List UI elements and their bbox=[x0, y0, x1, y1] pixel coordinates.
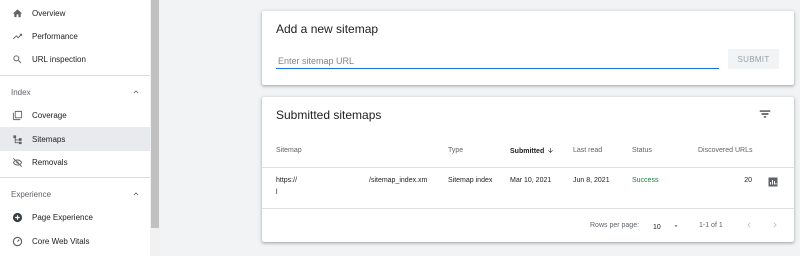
sitemap-url-part: l bbox=[276, 189, 278, 196]
next-page-button[interactable] bbox=[769, 219, 781, 231]
search-icon bbox=[11, 53, 23, 65]
sidebar-item-label: Page Experience bbox=[32, 212, 93, 222]
cell-submitted: Mar 10, 2021 bbox=[510, 177, 552, 184]
cell-sitemap-suffix[interactable]: /sitemap_index.xm bbox=[369, 177, 427, 184]
add-circle-icon bbox=[11, 211, 23, 223]
sidebar-item-removals[interactable]: Removals bbox=[0, 150, 150, 174]
section-header-index[interactable]: Index bbox=[0, 82, 150, 102]
bar-chart-icon[interactable] bbox=[767, 176, 779, 188]
sidebar-item-label: Removals bbox=[32, 157, 68, 167]
chevron-up-icon bbox=[133, 192, 139, 196]
sidebar-item-page-experience[interactable]: Page Experience bbox=[0, 205, 150, 229]
table-footer-divider bbox=[262, 208, 794, 209]
sidebar-item-overview[interactable]: Overview bbox=[0, 1, 150, 25]
chevron-right-icon bbox=[773, 222, 777, 228]
cell-type: Sitemap index bbox=[448, 177, 493, 184]
section-label: Index bbox=[11, 87, 31, 97]
add-sitemap-title: Add a new sitemap bbox=[276, 22, 379, 36]
column-header-label: Submitted bbox=[510, 148, 545, 155]
eye-off-icon bbox=[11, 156, 23, 168]
add-sitemap-card: Add a new sitemap SUBMIT bbox=[262, 11, 794, 85]
table-header-divider bbox=[262, 167, 794, 168]
chevron-left-icon bbox=[747, 222, 751, 228]
sidebar-item-label: Coverage bbox=[32, 110, 67, 120]
sidebar: Overview Performance URL inspection Inde… bbox=[0, 0, 150, 256]
arrow-down-icon bbox=[548, 148, 554, 153]
rows-per-page-select[interactable]: 10 bbox=[653, 222, 680, 231]
speed-icon bbox=[11, 235, 23, 247]
previous-page-button[interactable] bbox=[743, 219, 755, 231]
rows-per-page-label: Rows per page: bbox=[590, 222, 640, 229]
coverage-icon bbox=[11, 109, 23, 121]
filter-icon[interactable] bbox=[758, 107, 772, 121]
home-icon bbox=[11, 7, 23, 19]
sidebar-divider bbox=[0, 177, 150, 178]
sidebar-item-label: Core Web Vitals bbox=[32, 236, 90, 246]
cell-sitemap[interactable]: https:// l bbox=[276, 177, 297, 196]
section-label: Experience bbox=[11, 189, 52, 199]
sidebar-item-label: Performance bbox=[32, 31, 78, 41]
sidebar-item-performance[interactable]: Performance bbox=[0, 24, 150, 48]
column-header-sitemap[interactable]: Sitemap bbox=[276, 147, 302, 154]
sidebar-item-sitemaps[interactable]: Sitemaps bbox=[0, 127, 150, 151]
chevron-up-icon bbox=[133, 90, 139, 94]
column-header-type[interactable]: Type bbox=[448, 147, 463, 154]
column-header-submitted[interactable]: Submitted bbox=[510, 147, 554, 155]
submit-button[interactable]: SUBMIT bbox=[728, 49, 779, 69]
section-header-experience[interactable]: Experience bbox=[0, 184, 150, 204]
sidebar-item-label: Sitemaps bbox=[32, 134, 66, 144]
trending-up-icon bbox=[11, 30, 23, 42]
dropdown-arrow-icon bbox=[674, 225, 678, 227]
column-header-last-read[interactable]: Last read bbox=[573, 147, 602, 154]
sidebar-item-url-inspection[interactable]: URL inspection bbox=[0, 47, 150, 71]
sitemap-url-input[interactable] bbox=[276, 53, 719, 69]
cell-last-read: Jun 8, 2021 bbox=[573, 177, 610, 184]
cell-discovered-urls: 20 bbox=[744, 177, 752, 184]
rows-per-page-value: 10 bbox=[653, 224, 661, 231]
sitemap-url-part: https:// bbox=[276, 177, 298, 184]
sidebar-divider bbox=[0, 75, 150, 76]
pagination-range: 1-1 of 1 bbox=[699, 222, 723, 229]
submitted-sitemaps-card: Submitted sitemaps Sitemap Type Submitte… bbox=[262, 97, 794, 242]
column-header-status[interactable]: Status bbox=[632, 147, 652, 154]
sidebar-item-coverage[interactable]: Coverage bbox=[0, 103, 150, 127]
sidebar-item-label: URL inspection bbox=[32, 54, 86, 64]
cell-status: Success bbox=[632, 177, 659, 184]
column-header-discovered-urls[interactable]: Discovered URLs bbox=[698, 147, 752, 154]
sidebar-item-core-web-vitals[interactable]: Core Web Vitals bbox=[0, 229, 150, 253]
submitted-sitemaps-title: Submitted sitemaps bbox=[276, 108, 382, 122]
sidebar-scrollbar-thumb[interactable] bbox=[151, 0, 159, 228]
sidebar-item-label: Overview bbox=[32, 8, 66, 18]
sitemap-icon bbox=[11, 133, 23, 145]
